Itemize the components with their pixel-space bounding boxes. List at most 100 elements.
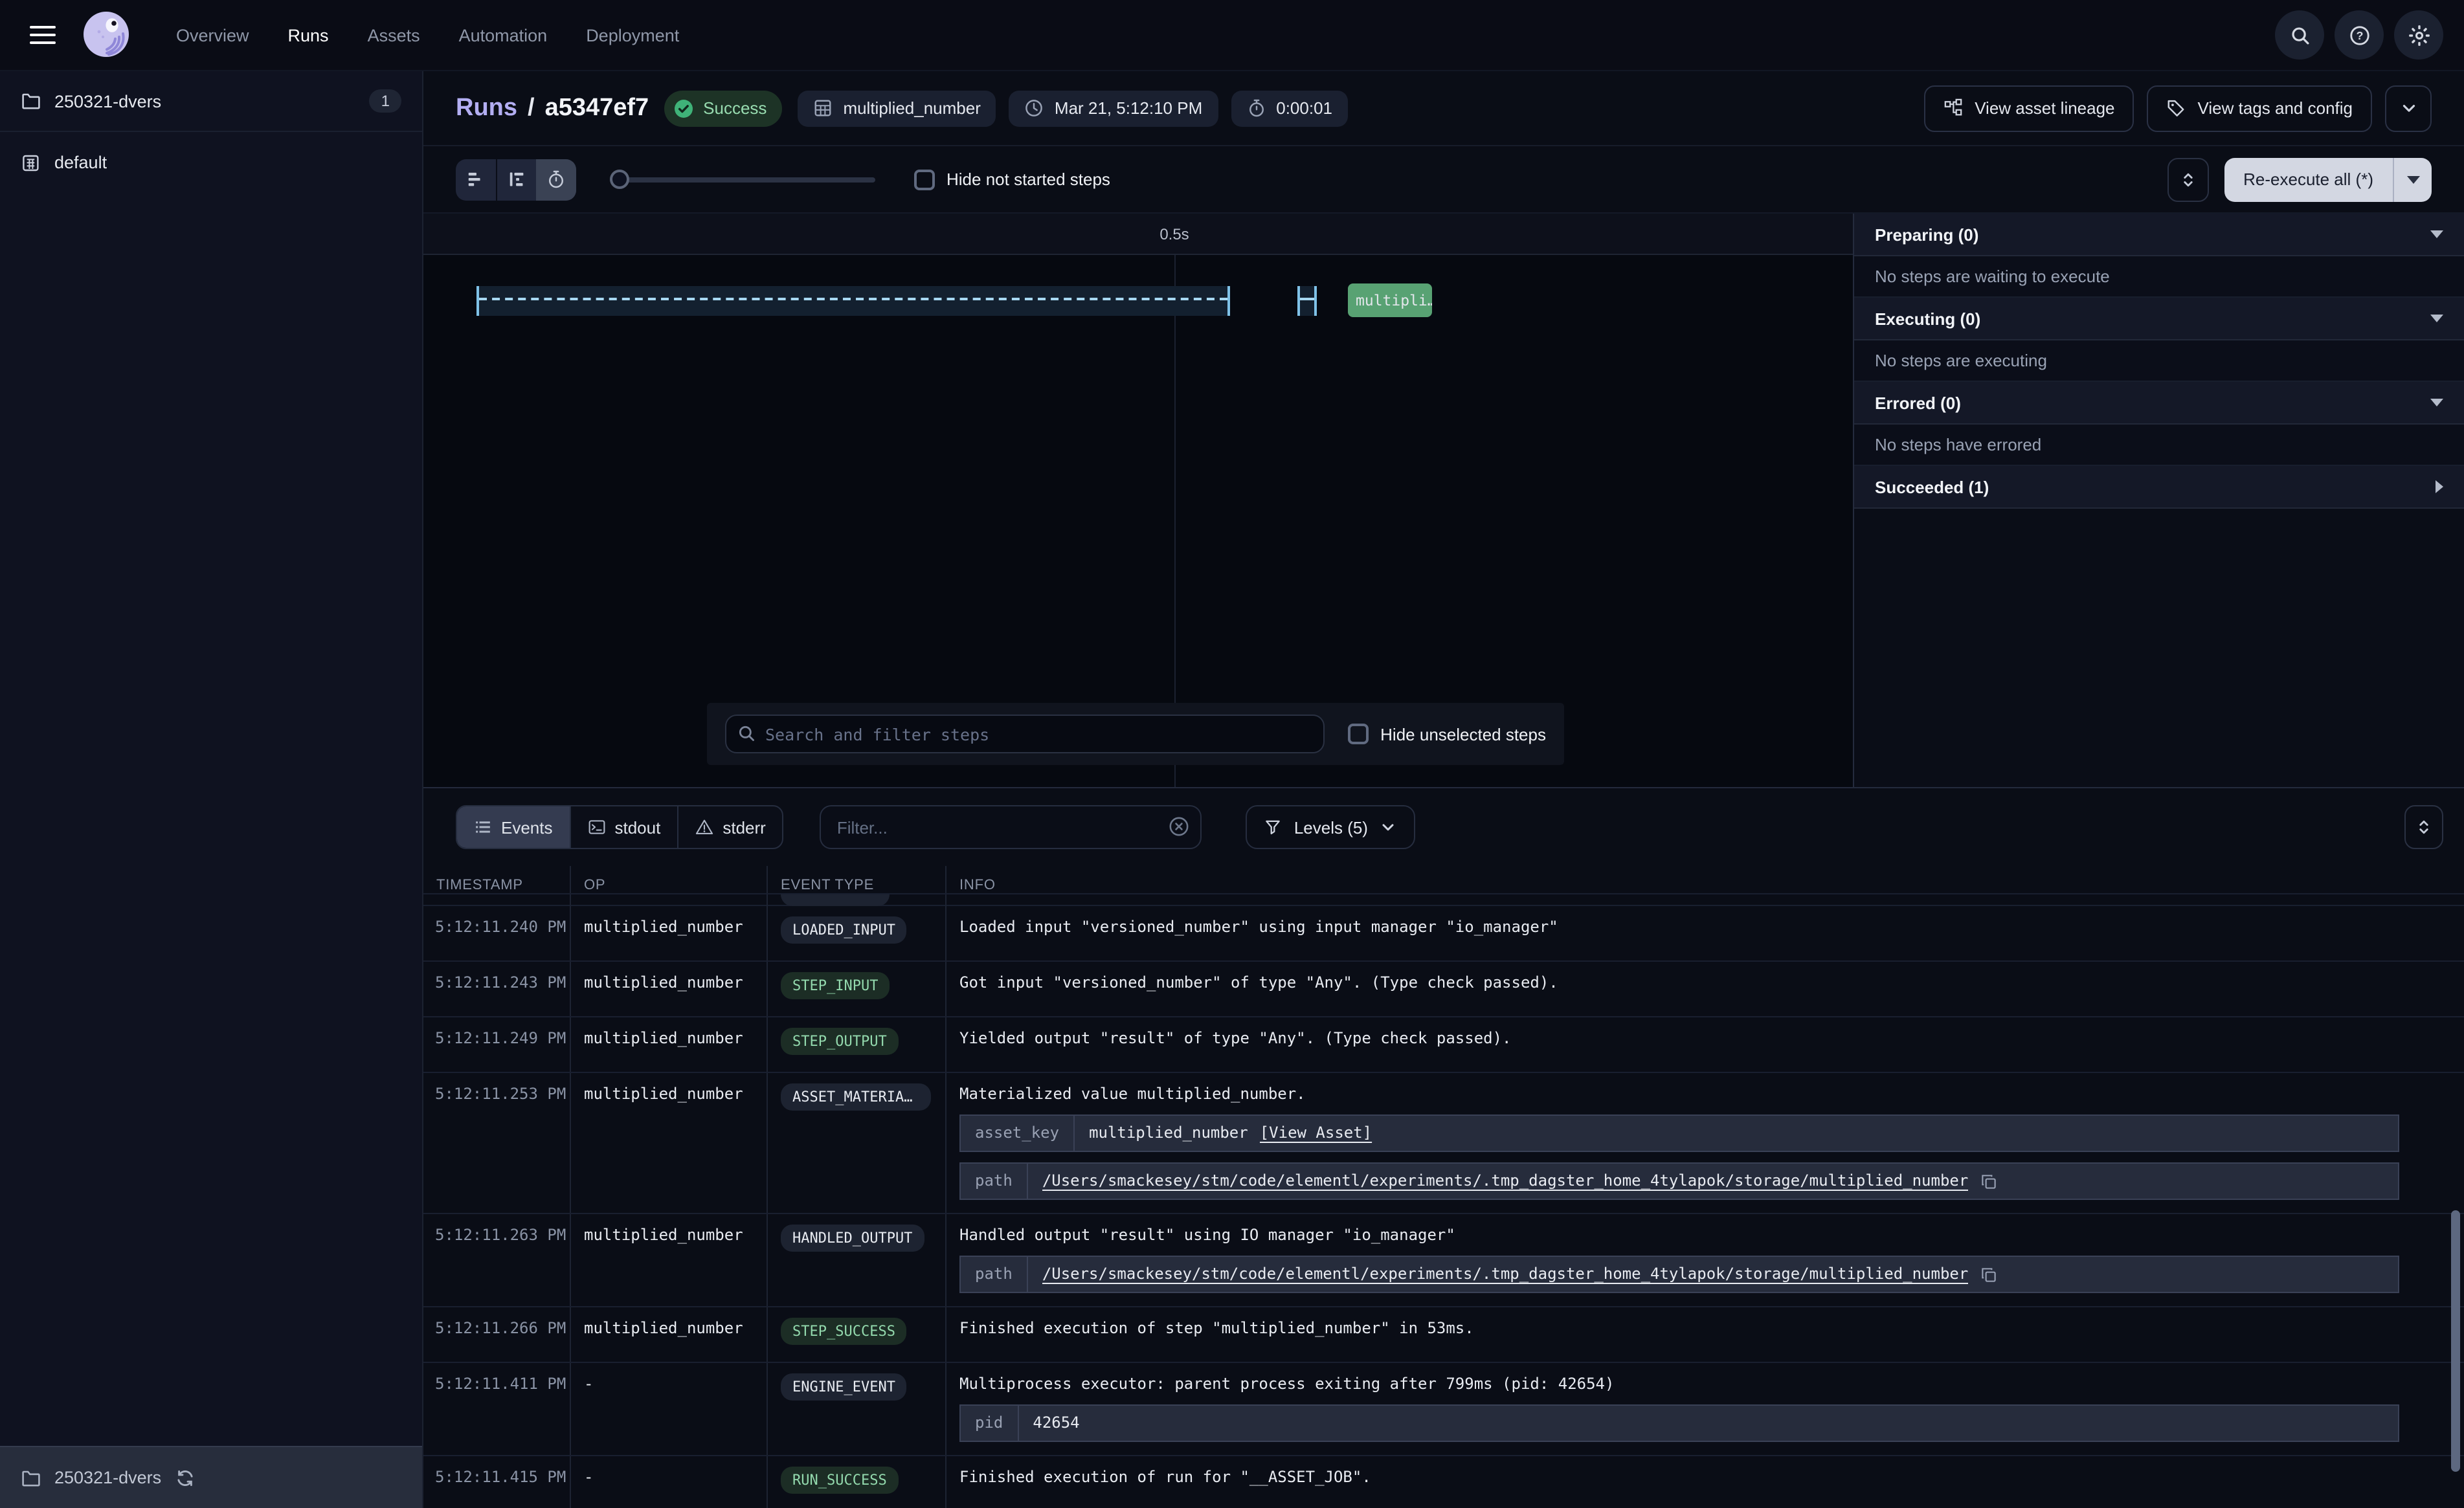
refresh-icon[interactable]: [174, 1467, 195, 1488]
event-row[interactable]: 5:12:11.243 PMmultiplied_numberSTEP_INPU…: [423, 962, 2464, 1017]
view-mode-segmented-control: [456, 159, 576, 200]
steps-section-header[interactable]: Succeeded (1): [1854, 466, 2464, 509]
events-tabs: Eventsstdoutstderr: [456, 805, 784, 849]
count-badge: 1: [370, 89, 401, 113]
tab-events[interactable]: Events: [457, 806, 570, 848]
event-op: multiplied_number: [571, 1307, 768, 1362]
event-row[interactable]: 5:12:11.240 PMmultiplied_numberLOADED_IN…: [423, 906, 2464, 962]
help-button[interactable]: ?: [2335, 10, 2384, 60]
tab-stdout[interactable]: stdout: [570, 806, 678, 848]
runs-breadcrumb-link[interactable]: Runs: [456, 94, 517, 122]
view-mode-timed-button[interactable]: [536, 159, 576, 200]
column-header: EVENT TYPE: [768, 866, 946, 893]
levels-dropdown[interactable]: Levels (5): [1246, 805, 1416, 849]
event-row[interactable]: 5:12:11.263 PMmultiplied_numberHANDLED_O…: [423, 1214, 2464, 1307]
search-button[interactable]: [2275, 10, 2324, 60]
grid-icon: [813, 98, 833, 118]
event-timestamp: 5:12:11.243 PM: [423, 962, 571, 1016]
steps-section-header[interactable]: Preparing (0): [1854, 214, 2464, 256]
view-mode-flat-button[interactable]: [456, 159, 496, 200]
metadata-value: 42654: [1018, 1406, 1093, 1441]
zoom-slider[interactable]: [610, 169, 875, 190]
event-op: -: [571, 1363, 768, 1455]
event-row[interactable]: [423, 894, 2464, 906]
gantt-waiting-bar: [476, 286, 1230, 316]
view-waterfall-icon: [507, 170, 526, 189]
timer-icon: [546, 170, 566, 189]
run-tag[interactable]: 0:00:01: [1231, 90, 1348, 126]
main-panel: Runs / a5347ef7 Success multiplied_numbe…: [423, 71, 2464, 1508]
view-tags-and-config-button[interactable]: View tags and config: [2147, 85, 2372, 131]
sidebar-list: 250321-dvers 1 default: [0, 71, 422, 193]
view-asset-lineage-button[interactable]: View asset lineage: [1924, 85, 2134, 131]
path-link[interactable]: /Users/smackesey/stm/code/elementl/exper…: [1042, 1170, 1969, 1192]
event-row[interactable]: 5:12:11.266 PMmultiplied_numberSTEP_SUCC…: [423, 1307, 2464, 1363]
event-info: Finished execution of step "multiplied_n…: [959, 1318, 2451, 1340]
events-toolbar: Eventsstdoutstderr Levels (5): [423, 788, 2464, 866]
hide-unselected-checkbox[interactable]: Hide unselected steps: [1348, 724, 1546, 744]
events-scrollbar[interactable]: [2451, 1210, 2460, 1472]
reexecute-dropdown[interactable]: [2393, 157, 2432, 201]
event-info-cell: Multiprocess executor: parent process ex…: [946, 1363, 2464, 1455]
more-actions-button[interactable]: [2385, 85, 2432, 131]
run-tag[interactable]: Mar 21, 5:12:10 PM: [1009, 90, 1218, 126]
event-type-pill-partial: [781, 894, 890, 906]
nav-link-deployment[interactable]: Deployment: [586, 25, 679, 45]
copy-icon[interactable]: [1980, 1172, 1998, 1190]
event-timestamp: 5:12:11.253 PM: [423, 1073, 571, 1213]
run-tag-label: multiplied_number: [843, 98, 980, 118]
event-row[interactable]: 5:12:11.415 PM-RUN_SUCCESSFinished execu…: [423, 1456, 2464, 1508]
clock-icon: [1025, 98, 1044, 118]
event-row[interactable]: 5:12:11.253 PMmultiplied_numberASSET_MAT…: [423, 1073, 2464, 1214]
nav-link-assets[interactable]: Assets: [368, 25, 420, 45]
run-tag[interactable]: multiplied_number: [798, 90, 996, 126]
view-mode-waterfall-button[interactable]: [496, 159, 536, 200]
settings-button[interactable]: [2394, 10, 2443, 60]
step-search-input[interactable]: [725, 715, 1325, 753]
copy-icon[interactable]: [1980, 1265, 1998, 1283]
gantt-step-bar[interactable]: multipli…: [1348, 283, 1432, 317]
sidebar-item-default[interactable]: default: [0, 132, 422, 193]
clear-filter-icon[interactable]: [1169, 815, 1191, 837]
steps-section-body: No steps are waiting to execute: [1854, 256, 2464, 298]
event-row[interactable]: 5:12:11.411 PM-ENGINE_EVENTMultiprocess …: [423, 1363, 2464, 1456]
terminal-icon: [588, 818, 606, 836]
steps-section-header[interactable]: Executing (0): [1854, 298, 2464, 340]
event-row[interactable]: 5:12:11.249 PMmultiplied_numberSTEP_OUTP…: [423, 1017, 2464, 1073]
reexecute-button[interactable]: Re-execute all (*): [2224, 157, 2432, 201]
checkbox-icon[interactable]: [1348, 724, 1369, 744]
events-panel: Eventsstdoutstderr Levels (5): [423, 787, 2464, 1508]
nav-link-overview[interactable]: Overview: [176, 25, 249, 45]
path-link[interactable]: /Users/smackesey/stm/code/elementl/exper…: [1042, 1263, 1969, 1285]
hamburger-menu-icon[interactable]: [21, 13, 65, 57]
expand-panel-button[interactable]: [2167, 157, 2208, 201]
nav-link-automation[interactable]: Automation: [459, 25, 548, 45]
sidebar-item-label: 250321-dvers: [54, 91, 161, 111]
checkbox-icon[interactable]: [914, 169, 935, 190]
svg-text:?: ?: [2356, 28, 2363, 41]
event-info: Handled output "result" using IO manager…: [959, 1225, 2451, 1247]
sidebar-item-250321-dvers[interactable]: 250321-dvers 1: [0, 71, 422, 132]
steps-section-header[interactable]: Errored (0): [1854, 382, 2464, 425]
sidebar-footer[interactable]: 250321-dvers: [0, 1446, 422, 1508]
event-type-cell: STEP_SUCCESS: [768, 1307, 946, 1362]
event-table: TIMESTAMP OP EVENT TYPE INFO 5:12:11.240…: [423, 866, 2464, 1508]
log-filter-input[interactable]: [820, 805, 1202, 849]
event-info-cell: Yielded output "result" of type "Any". (…: [946, 1017, 2464, 1072]
view-asset-link[interactable]: [View Asset]: [1260, 1122, 1372, 1144]
event-info-cell: Loaded input "versioned_number" using in…: [946, 906, 2464, 960]
nav-link-runs[interactable]: Runs: [288, 25, 329, 45]
tab-stderr[interactable]: stderr: [677, 806, 782, 848]
run-tag-label: 0:00:01: [1276, 98, 1332, 118]
settings-icon: [2408, 24, 2430, 46]
zoom-slider-knob[interactable]: [610, 169, 629, 188]
button-label: View tags and config: [2198, 98, 2353, 118]
expand-events-button[interactable]: [2404, 805, 2443, 849]
list-icon: [474, 818, 492, 836]
steps-section-title: Executing (0): [1875, 309, 1980, 328]
page-title: Runs / a5347ef7: [456, 94, 649, 122]
metadata-value-text: 42654: [1033, 1412, 1079, 1434]
hide-not-started-checkbox[interactable]: Hide not started steps: [914, 169, 1110, 190]
gantt-body[interactable]: multipli… Hide unselected steps: [423, 255, 1853, 787]
metadata-value: multiplied_number[View Asset]: [1075, 1116, 1386, 1151]
